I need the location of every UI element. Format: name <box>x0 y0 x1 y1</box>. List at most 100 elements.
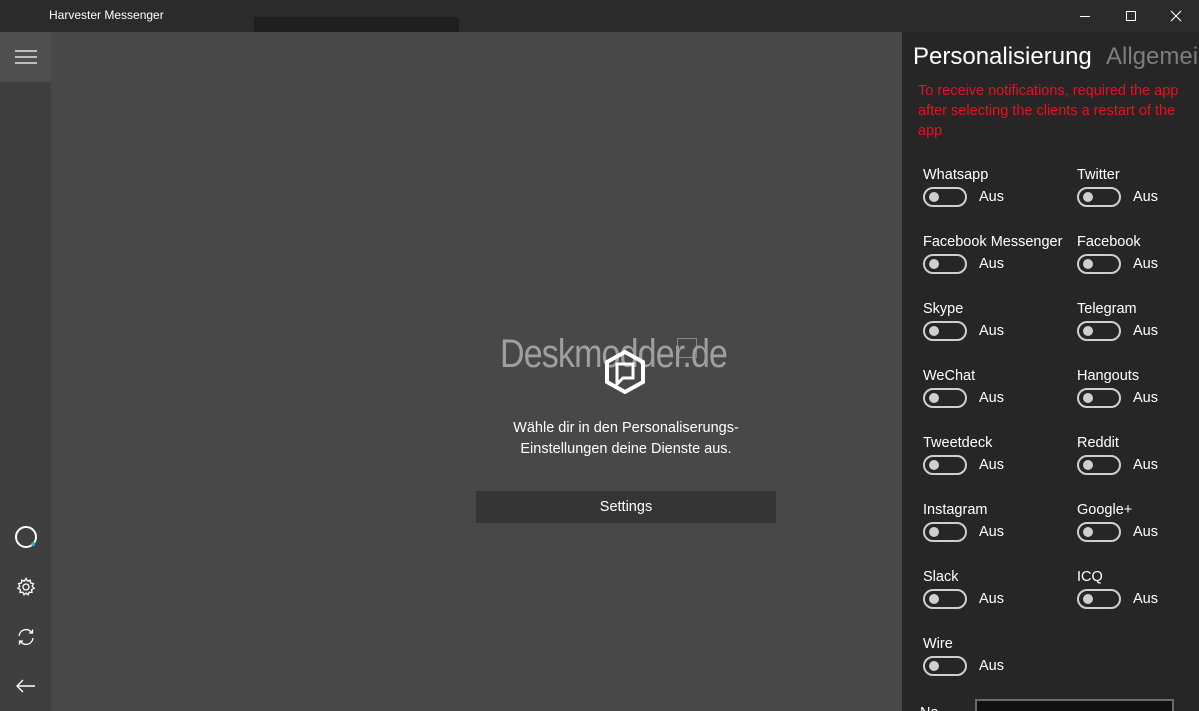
toggle-knob <box>929 594 939 604</box>
refresh-button[interactable] <box>0 619 51 655</box>
client-state-slack: Aus <box>979 591 1004 607</box>
client-toggle-tweetdeck[interactable] <box>923 455 967 475</box>
gear-icon <box>16 577 35 596</box>
tab-allgemein[interactable]: Allgemein <box>1106 43 1199 71</box>
watermark-logo-icon <box>605 350 645 394</box>
name-input[interactable] <box>975 699 1174 711</box>
toggle-knob <box>1083 594 1093 604</box>
client-toggle-hangouts[interactable] <box>1077 388 1121 408</box>
client-label-instagram: Instagram <box>923 502 988 518</box>
client-state-reddit: Aus <box>1133 457 1158 473</box>
client-toggle-wire[interactable] <box>923 656 967 676</box>
name-label: Na <box>920 705 939 711</box>
loading-ring-icon <box>14 526 37 548</box>
client-item-facebook-messenger: Facebook Messenger Aus <box>923 234 1073 294</box>
maximize-icon <box>1126 11 1136 21</box>
client-toggle-twitter[interactable] <box>1077 187 1121 207</box>
maximize-button[interactable] <box>1108 0 1154 32</box>
client-label-facebook-messenger: Facebook Messenger <box>923 234 1063 250</box>
client-label-whatsapp: Whatsapp <box>923 167 989 183</box>
settings-gear-button[interactable] <box>0 569 51 605</box>
client-label-skype: Skype <box>923 301 964 317</box>
client-item-reddit: Reddit Aus <box>1077 435 1199 495</box>
back-arrow-icon <box>15 679 35 693</box>
tab-personalisierung[interactable]: Personalisierung <box>913 43 1092 71</box>
client-toggle-whatsapp[interactable] <box>923 187 967 207</box>
client-state-instagram: Aus <box>979 524 1004 540</box>
client-item-wire: Wire Aus <box>923 636 1073 696</box>
client-state-hangouts: Aus <box>1133 390 1158 406</box>
refresh-icon <box>17 628 34 646</box>
client-label-twitter: Twitter <box>1077 167 1120 183</box>
client-item-instagram: Instagram Aus <box>923 502 1073 562</box>
client-item-tweetdeck: Tweetdeck Aus <box>923 435 1073 495</box>
client-item-hangouts: Hangouts Aus <box>1077 368 1199 428</box>
toggle-knob <box>1083 460 1093 470</box>
client-label-wire: Wire <box>923 636 953 652</box>
toggle-knob <box>929 661 939 671</box>
client-toggle-instagram[interactable] <box>923 522 967 542</box>
window-title: Harvester Messenger <box>49 8 164 22</box>
toggle-knob <box>929 326 939 336</box>
client-label-google: Google+ <box>1077 502 1133 518</box>
client-state-wire: Aus <box>979 658 1004 674</box>
client-toggle-facebook-messenger[interactable] <box>923 254 967 274</box>
toggle-knob <box>929 192 939 202</box>
client-toggle-telegram[interactable] <box>1077 321 1121 341</box>
client-toggle-slack[interactable] <box>923 589 967 609</box>
minimize-icon <box>1080 16 1090 17</box>
client-state-skype: Aus <box>979 323 1004 339</box>
empty-state-message: Wähle dir in den Personaliserungs- Einst… <box>476 418 776 460</box>
client-state-twitter: Aus <box>1133 189 1158 205</box>
client-item-google: Google+ Aus <box>1077 502 1199 562</box>
background-window-ghost <box>254 17 459 32</box>
client-label-telegram: Telegram <box>1077 301 1137 317</box>
toggle-knob <box>1083 259 1093 269</box>
toggle-knob <box>929 460 939 470</box>
client-state-tweetdeck: Aus <box>979 457 1004 473</box>
client-item-icq: ICQ Aus <box>1077 569 1199 629</box>
client-item-skype: Skype Aus <box>923 301 1073 361</box>
back-button[interactable] <box>0 668 51 704</box>
client-item-facebook: Facebook Aus <box>1077 234 1199 294</box>
toggle-knob <box>1083 393 1093 403</box>
client-state-google: Aus <box>1133 524 1158 540</box>
client-label-reddit: Reddit <box>1077 435 1119 451</box>
minimize-button[interactable] <box>1062 0 1108 32</box>
title-bar: Harvester Messenger <box>0 0 1199 32</box>
client-state-icq: Aus <box>1133 591 1158 607</box>
client-toggle-icq[interactable] <box>1077 589 1121 609</box>
close-button[interactable] <box>1153 0 1199 32</box>
client-item-telegram: Telegram Aus <box>1077 301 1199 361</box>
client-state-whatsapp: Aus <box>979 189 1004 205</box>
client-toggle-wechat[interactable] <box>923 388 967 408</box>
client-label-facebook: Facebook <box>1077 234 1141 250</box>
client-toggle-google[interactable] <box>1077 522 1121 542</box>
hamburger-menu-button[interactable] <box>0 32 51 82</box>
client-label-icq: ICQ <box>1077 569 1103 585</box>
client-state-wechat: Aus <box>979 390 1004 406</box>
client-label-slack: Slack <box>923 569 959 585</box>
close-icon <box>1170 10 1182 22</box>
toggle-knob <box>1083 192 1093 202</box>
toggle-knob <box>929 393 939 403</box>
settings-button[interactable]: Settings <box>476 491 776 523</box>
loading-ring-button[interactable] <box>0 519 51 555</box>
empty-state-line-1: Wähle dir in den Personaliserungs- <box>513 420 739 436</box>
client-label-tweetdeck: Tweetdeck <box>923 435 993 451</box>
client-toggle-skype[interactable] <box>923 321 967 341</box>
restart-notice: To receive notifications, required the a… <box>918 83 1179 139</box>
client-label-wechat: WeChat <box>923 368 976 384</box>
client-state-facebook: Aus <box>1133 256 1158 272</box>
client-item-twitter: Twitter Aus <box>1077 167 1199 227</box>
empty-state-line-2: Einstellungen deine Dienste aus. <box>520 441 732 457</box>
client-item-wechat: WeChat Aus <box>923 368 1073 428</box>
settings-panel: Personalisierung Allgemein To receive no… <box>902 32 1199 711</box>
client-label-hangouts: Hangouts <box>1077 368 1140 384</box>
client-toggle-facebook[interactable] <box>1077 254 1121 274</box>
navigation-rail <box>0 32 51 711</box>
client-toggle-reddit[interactable] <box>1077 455 1121 475</box>
watermark-edit-icon <box>677 338 697 358</box>
client-item-whatsapp: Whatsapp Aus <box>923 167 1073 227</box>
toggle-knob <box>929 527 939 537</box>
